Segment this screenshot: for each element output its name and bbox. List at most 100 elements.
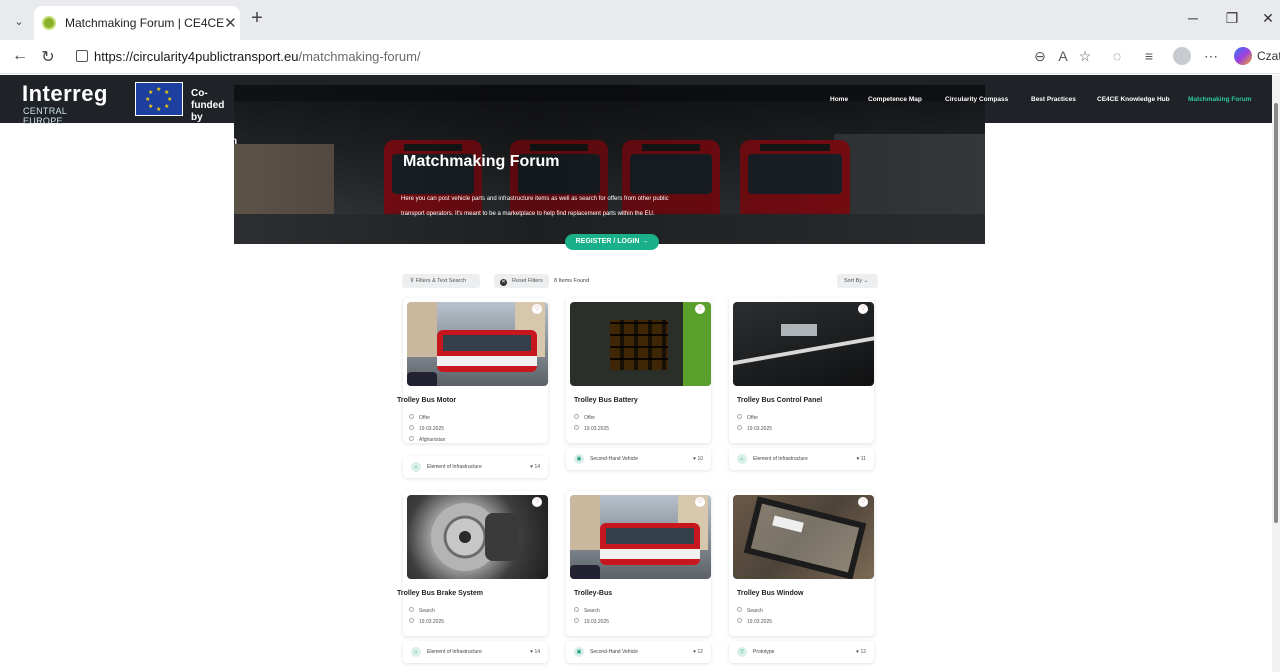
tab-close-icon[interactable]: ✕ [224,14,237,32]
clock-icon [737,618,742,623]
filters-button[interactable]: ⊽ Filters & Text Search [402,274,480,288]
site-info-icon[interactable] [76,50,88,62]
listing-image[interactable] [407,495,548,579]
nav-circularity-compass[interactable]: Circularity Compass [945,96,1008,103]
favorite-heart-icon[interactable]: ♡ [695,304,705,314]
listing-image[interactable] [733,495,874,579]
favorite-heart-icon[interactable]: ♡ [858,304,868,314]
listing-title[interactable]: Trolley Bus Brake System [397,590,483,597]
chevron-down-icon: ⌄ [863,278,869,284]
tag-icon [737,414,742,419]
tab-list-chevron-icon[interactable]: ⌄ [8,10,30,32]
listing-date: 19.03.2025 [574,618,609,625]
listing-date: 19.03.2025 [737,618,772,625]
browser-tab[interactable]: Matchmaking Forum | CE4CE ✕ [34,6,240,40]
read-aloud-icon[interactable]: A [1054,48,1072,64]
nav-best-practices[interactable]: Best Practices [1031,96,1076,103]
minimize-icon[interactable]: ─ [1183,10,1203,26]
tag-icon [737,607,742,612]
listing-date: 19.03.2025 [409,425,444,432]
listing-date: 19.03.2025 [737,425,772,432]
location-pin-icon [409,436,414,441]
listing-image[interactable] [407,302,548,386]
clock-icon [409,425,414,430]
infrastructure-icon: ⌂ [411,462,421,472]
url-field[interactable]: https://circularity4publictransport.eu/m… [66,45,1226,69]
favorite-star-icon[interactable]: ☆ [1076,48,1094,65]
copilot-icon[interactable] [1234,47,1252,65]
window-close-icon[interactable]: ✕ [1258,10,1278,27]
results-count: 8 Items Found [554,278,590,284]
register-login-button[interactable]: REGISTER / LOGIN → [565,234,659,250]
listing-type: Offer [737,414,758,421]
favorite-heart-icon[interactable]: ♡ [532,497,542,507]
listing-card[interactable]: ♡ Trolley Bus Battery Offer 19.03.2025 [566,298,711,443]
listing-location: Afghanistan [409,436,445,443]
reset-filters-button[interactable]: ✕ Reset Filters [494,274,549,288]
listing-type: Offer [574,414,595,421]
vehicle-icon: ▣ [574,454,584,464]
extensions-icon[interactable]: ◌ [1108,48,1126,64]
page-scrollbar[interactable] [1272,75,1280,672]
favorite-heart-icon[interactable]: ♡ [532,304,542,314]
favorite-heart-icon[interactable]: ♡ [695,497,705,507]
interreg-logo-sub: CENTRAL EUROPE [23,106,67,126]
category-label: Element of Infrastructure [753,456,808,462]
eu-cofunded-text: Co-funded by the European Union [191,88,238,159]
clock-icon [574,618,579,623]
listing-card[interactable]: ♡ Trolley Bus Window Search 19.03.2025 [729,491,874,636]
page-title: Matchmaking Forum [403,153,560,170]
prototype-icon: ▽ [737,647,747,657]
listing-footer: ▣ Second-Hand Vehicle ♥ 12 [566,641,711,663]
listing-title[interactable]: Trolley-Bus [574,590,612,597]
listing-card[interactable]: ♡ Trolley Bus Motor Offer 19.03.2025 Afg… [397,298,548,443]
category-label: Second-Hand Vehicle [590,649,639,655]
copilot-label[interactable]: Czat [1257,49,1280,63]
listing-card[interactable]: ♡ Trolley-Bus Search 19.03.2025 [566,491,711,636]
restore-icon[interactable]: ❐ [1222,10,1242,27]
listing-image[interactable] [570,495,711,579]
listing-footer: ⌂ Element of Infrastructure ♥ 14 [403,641,548,663]
nav-matchmaking-forum[interactable]: Matchmaking Forum [1188,96,1252,103]
likes-count: ♥ 12 [856,649,866,655]
listing-image[interactable] [733,302,874,386]
listing-title[interactable]: Trolley Bus Control Panel [737,397,822,404]
hero-description: Here you can post vehicle parts and infr… [401,196,669,217]
nav-competence-map[interactable]: Competence Map [868,96,922,103]
category-label: Element of Infrastructure [427,464,482,470]
listing-title[interactable]: Trolley Bus Battery [574,397,638,404]
listing-image[interactable] [570,302,711,386]
listing-footer: ▣ Second-Hand Vehicle ♥ 10 [566,448,711,470]
favorite-heart-icon[interactable]: ♡ [858,497,868,507]
back-arrow-icon[interactable]: ← [10,47,30,65]
infrastructure-icon: ⌂ [411,647,421,657]
tag-icon [574,414,579,419]
listing-card[interactable]: ♡ Trolley Bus Brake System Search 19.03.… [397,491,548,636]
favorites-list-icon[interactable]: ≡ [1140,48,1158,64]
listing-title[interactable]: Trolley Bus Window [737,590,803,597]
category-label: Prototype [753,649,775,655]
listing-date: 19.03.2025 [409,618,444,625]
sort-by-dropdown[interactable]: Sort By ⌄ [837,274,878,288]
interreg-logo[interactable]: Interreg [22,81,108,107]
url-text: https://circularity4publictransport.eu/m… [94,49,421,64]
listing-card[interactable]: ♡ Trolley Bus Control Panel Offer 19.03.… [729,298,874,443]
clock-icon [737,425,742,430]
tab-title: Matchmaking Forum | CE4CE [65,16,225,30]
more-menu-icon[interactable]: ⋯ [1202,48,1220,65]
nav-home[interactable]: Home [830,96,848,103]
nav-knowledge-hub[interactable]: CE4CE Knowledge Hub [1097,96,1170,103]
tag-icon [409,414,414,419]
listing-footer: ⌂ Element of Infrastructure ♥ 14 [403,456,548,478]
zoom-icon[interactable]: ⊖ [1031,48,1049,65]
new-tab-button[interactable]: + [246,8,268,30]
scrollbar-thumb[interactable] [1274,103,1278,523]
category-label: Second-Hand Vehicle [590,456,639,462]
listing-type: Search [574,607,600,614]
refresh-icon[interactable]: ↻ [38,47,58,67]
clock-icon [574,425,579,430]
profile-avatar[interactable] [1173,47,1191,65]
likes-count: ♥ 10 [693,456,703,462]
listing-title[interactable]: Trolley Bus Motor [397,397,456,404]
address-bar-row: ← ↻ https://circularity4publictransport.… [0,40,1280,74]
